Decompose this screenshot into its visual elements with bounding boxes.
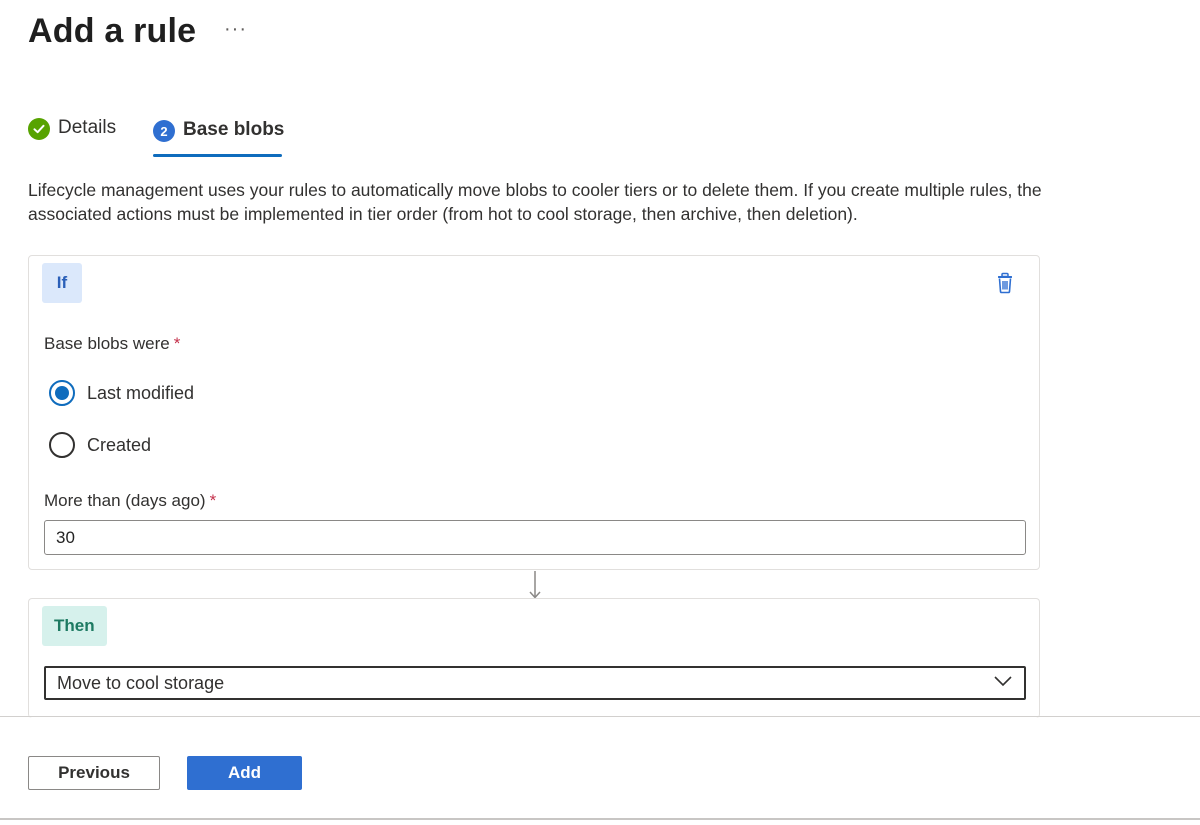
action-dropdown-value: Move to cool storage [57, 672, 225, 693]
days-input[interactable] [44, 520, 1026, 555]
base-blobs-label-text: Base blobs were [44, 334, 170, 353]
active-tab-indicator [153, 154, 282, 157]
days-label: More than (days ago) * [44, 491, 216, 511]
radio-button-unchecked[interactable] [49, 432, 75, 458]
tab-base-blobs[interactable]: 2 Base blobs [153, 116, 284, 158]
arrow-down-icon [529, 571, 541, 599]
tab-details[interactable]: Details [28, 116, 116, 158]
panel-bottom-border [0, 818, 1200, 820]
radio-button-checked[interactable] [49, 380, 75, 406]
if-condition-card: If Base blobs were * Last modified Create… [28, 255, 1040, 570]
required-marker: * [209, 491, 217, 510]
required-marker: * [173, 334, 181, 353]
add-rule-panel: Add a rule ··· Details 2 Base blobs Life… [0, 0, 1200, 825]
page-title: Add a rule [28, 12, 197, 50]
radio-last-modified[interactable]: Last modified [49, 380, 194, 406]
then-badge: Then [42, 606, 107, 646]
then-action-card: Then Move to cool storage [28, 598, 1040, 718]
previous-button[interactable]: Previous [28, 756, 160, 790]
footer-divider [0, 716, 1200, 717]
tab-details-label: Details [58, 117, 117, 138]
add-button[interactable]: Add [187, 756, 302, 790]
chevron-down-icon [993, 674, 1013, 692]
action-dropdown[interactable]: Move to cool storage [44, 666, 1026, 700]
if-badge: If [42, 263, 82, 303]
step-number-badge: 2 [153, 120, 175, 142]
days-label-text: More than (days ago) [44, 491, 206, 510]
radio-created[interactable]: Created [49, 432, 151, 458]
radio-label: Created [87, 434, 152, 455]
wizard-tabs: Details 2 Base blobs [28, 116, 428, 160]
radio-label: Last modified [87, 382, 195, 403]
more-options-button[interactable]: ··· [224, 18, 247, 41]
base-blobs-label: Base blobs were * [44, 334, 180, 354]
tab-base-blobs-label: Base blobs [183, 119, 285, 140]
checkmark-icon [28, 118, 50, 140]
description-text: Lifecycle management uses your rules to … [28, 180, 1042, 224]
trash-icon[interactable] [995, 272, 1015, 294]
